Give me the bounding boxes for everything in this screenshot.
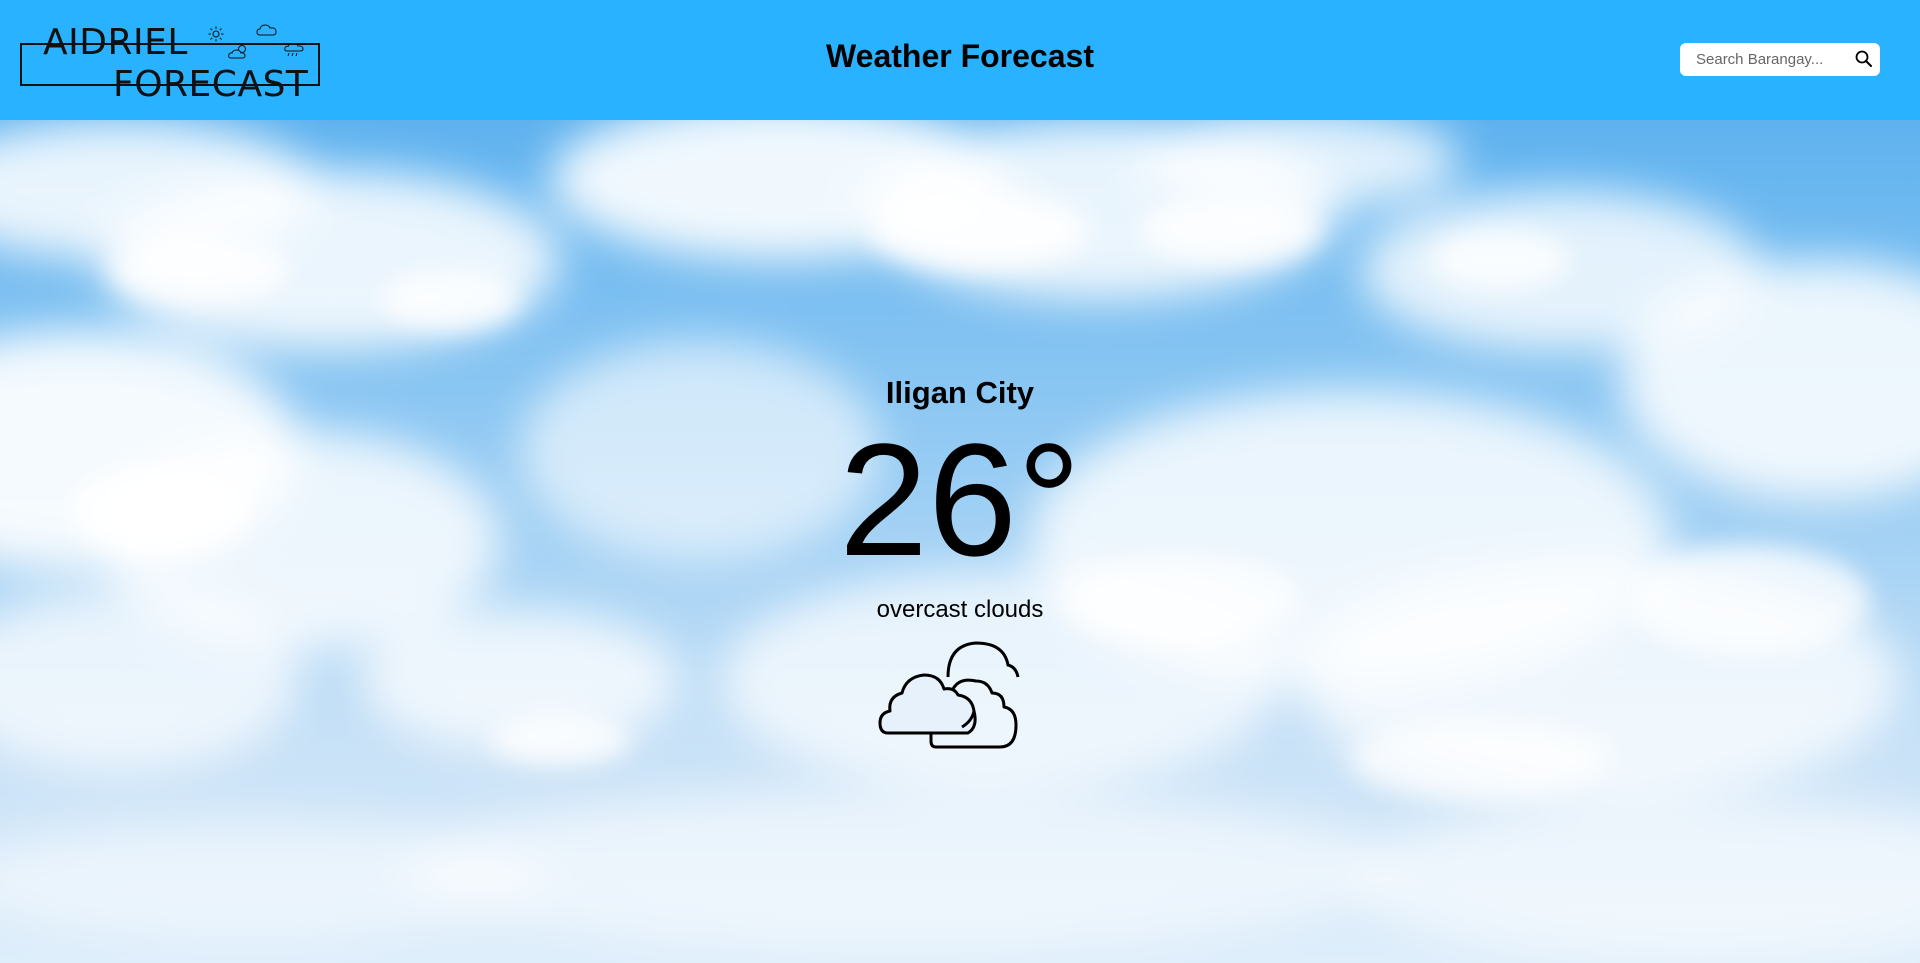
weather-description: overcast clouds [876,596,1044,623]
top-header: AIDRIEL FORECAST Weather Forecast Search… [0,0,1920,120]
overcast-clouds-icon [878,641,1020,749]
temperature-value: 26° [839,410,1081,589]
app-logo[interactable]: AIDRIEL FORECAST [18,18,322,105]
logo-text-aidriel: AIDRIEL [43,22,188,63]
search-icon[interactable] [1854,49,1874,69]
partly-cloudy-icon [228,45,246,59]
sun-icon [208,26,224,42]
rain-cloud-icon [284,42,304,57]
weather-app: AIDRIEL FORECAST Weather Forecast Search… [0,0,1920,963]
cloud-icon [256,24,277,36]
search-bar [1680,43,1880,76]
logo-text-forecast: FORECAST [113,64,309,105]
weather-hero: Iligan City 26° overcast clouds [0,120,1920,963]
search-input[interactable] [1680,43,1850,76]
city-name: Iligan City [885,375,1035,410]
